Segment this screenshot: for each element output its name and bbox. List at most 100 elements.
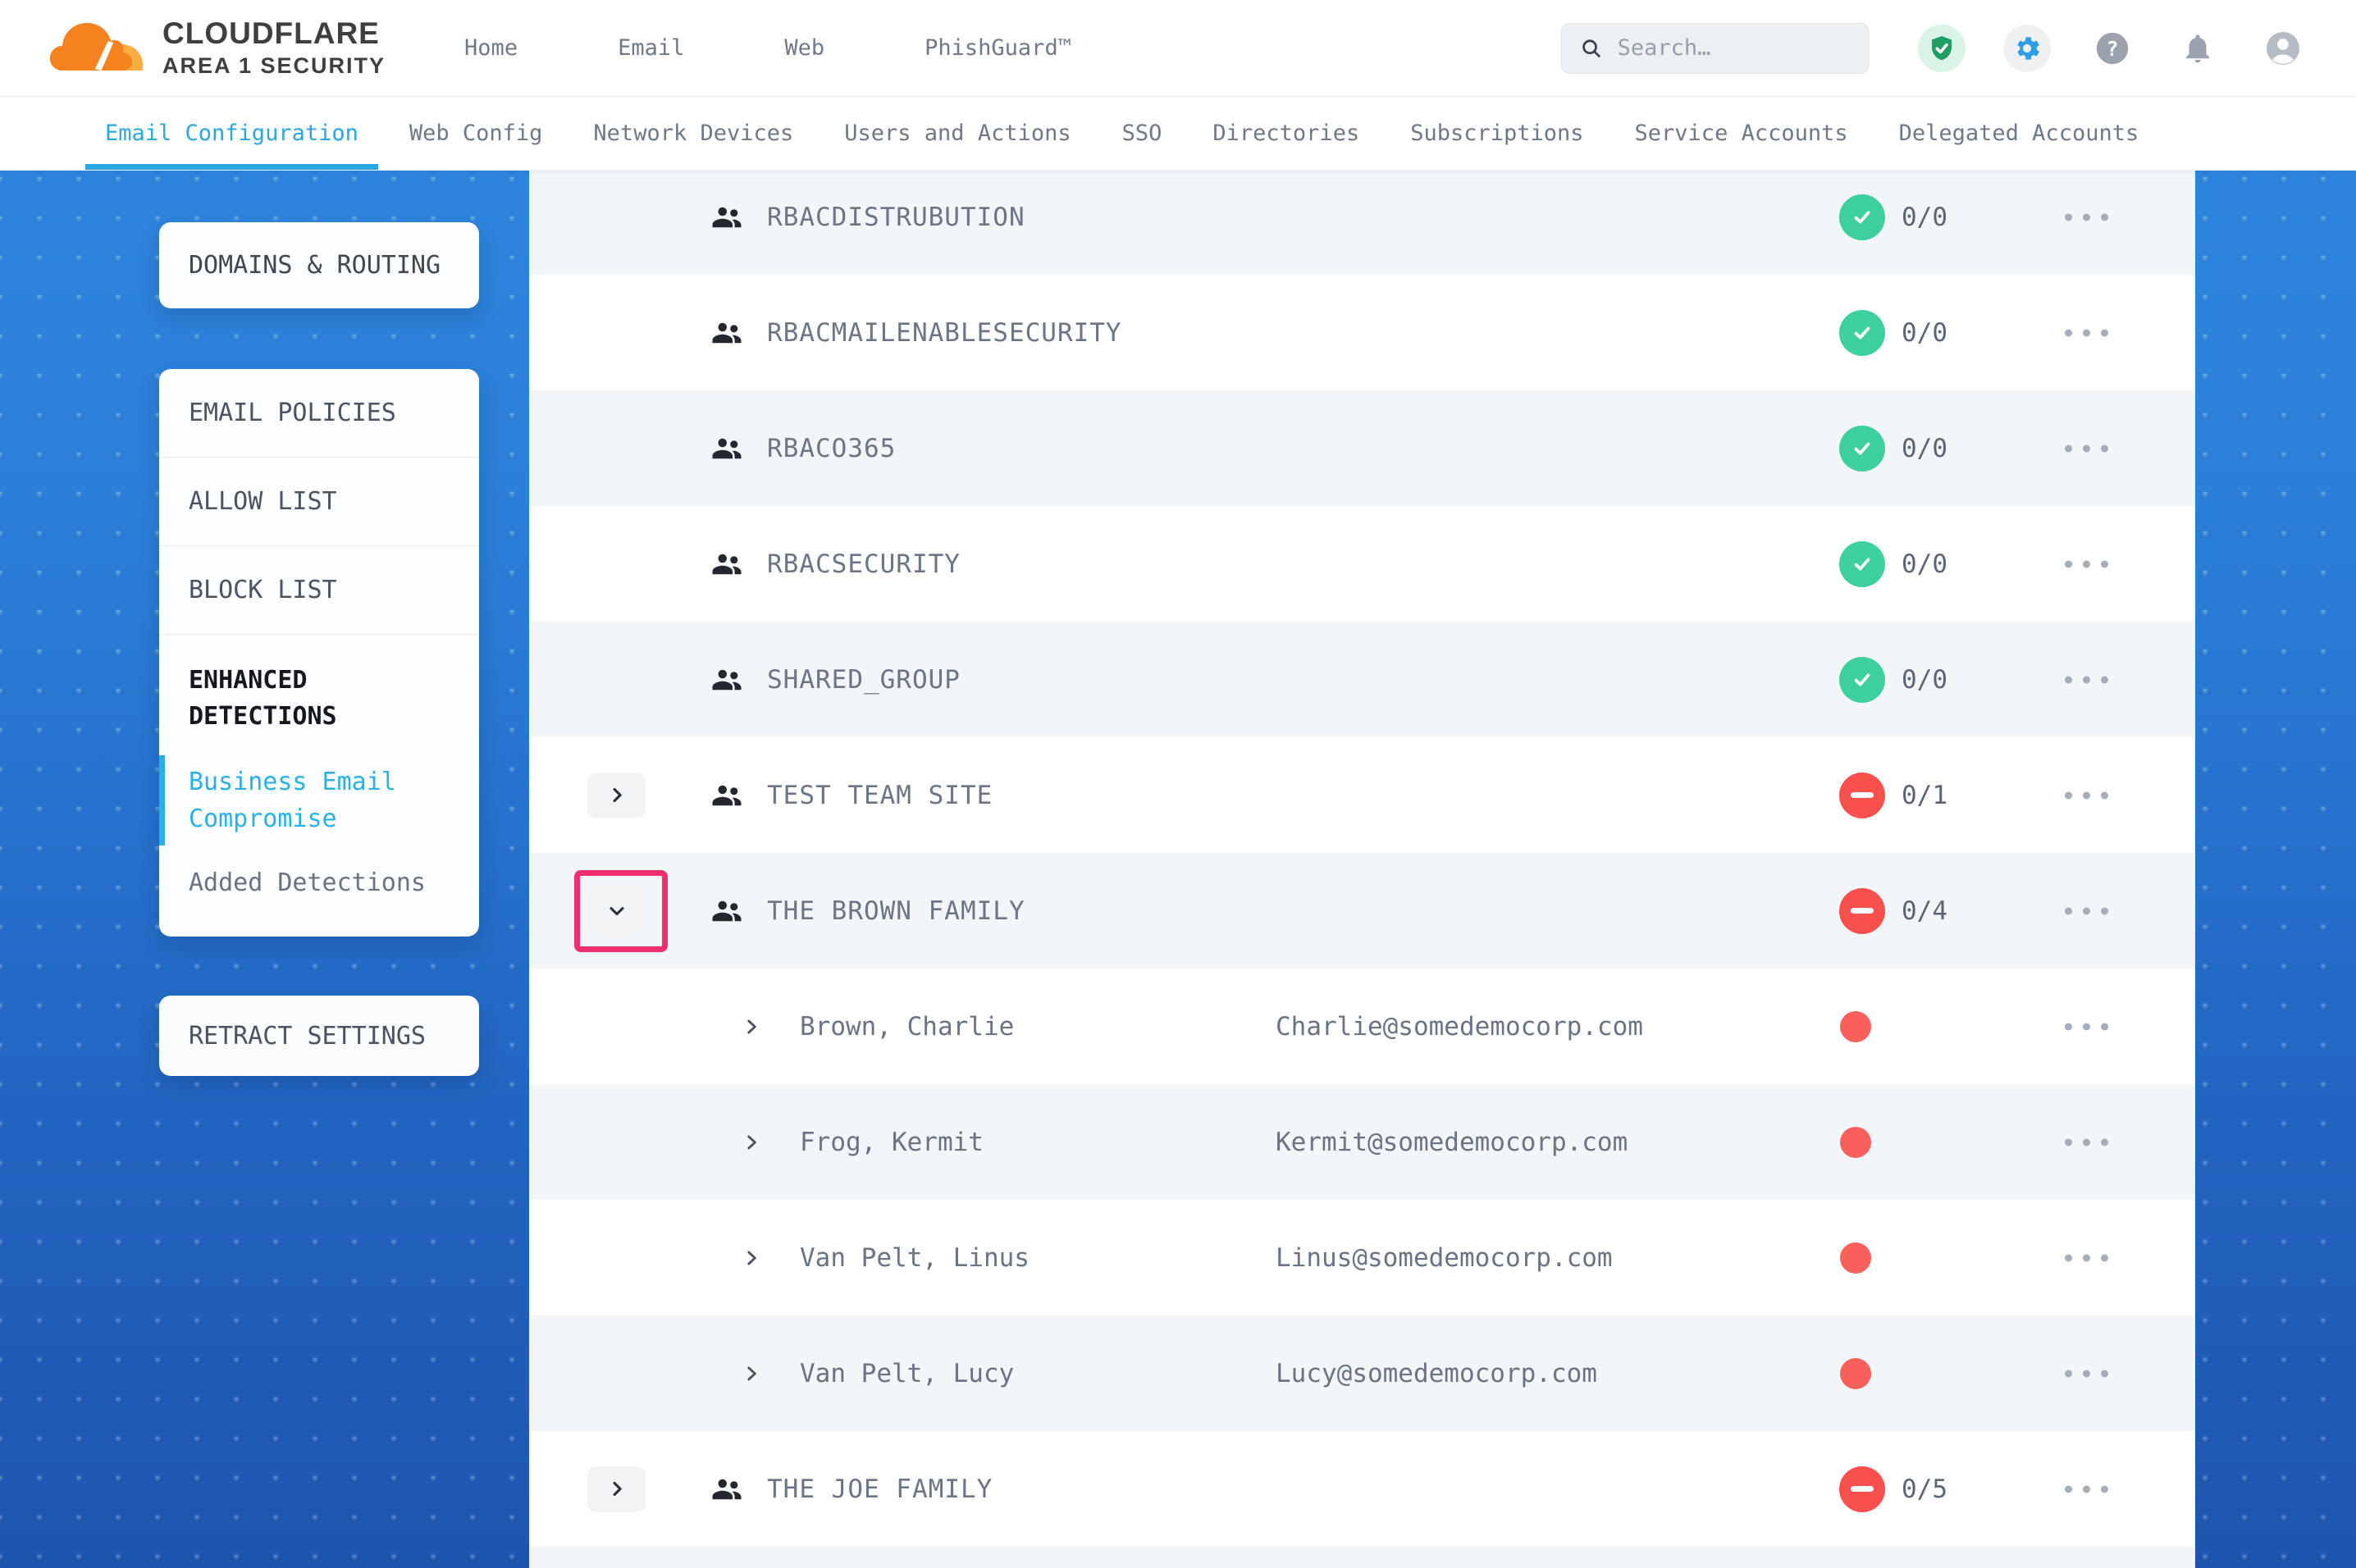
group-icon	[710, 894, 744, 928]
sidebar-item-label: Added Detections	[189, 868, 426, 897]
cloudflare-cloud-icon	[49, 21, 146, 75]
status-alert-dot	[1840, 1011, 1871, 1042]
table-row-group: RBACMAILENABLESECURITY 0/0	[529, 275, 2195, 390]
member-name: Frog, Kermit	[800, 1128, 984, 1157]
row-menu-button[interactable]	[2057, 1014, 2116, 1038]
svg-text:?: ?	[2107, 36, 2119, 60]
group-name: RBACO365	[767, 434, 896, 463]
tab-web-config[interactable]: Web Config	[409, 97, 543, 170]
tab-delegated-accounts[interactable]: Delegated Accounts	[1899, 97, 2139, 170]
top-iconbar: ?	[1918, 25, 2307, 72]
status-ok-icon	[1839, 657, 1885, 703]
member-name: Brown, Charlie	[800, 1012, 1014, 1042]
group-name: RBACDISTRUBUTION	[767, 203, 1025, 232]
primary-nav: Home Email Web PhishGuard™	[464, 35, 1071, 61]
table-row-member: Frog, Kermit Kermit@somedemocorp.com	[529, 1084, 2195, 1200]
avatar-icon[interactable]	[2259, 25, 2307, 72]
sidebar-item-allow-list[interactable]: ALLOW LIST	[159, 458, 479, 546]
status-ok-icon	[1839, 310, 1885, 356]
row-menu-button[interactable]	[2057, 321, 2116, 344]
tab-users-and-actions[interactable]: Users and Actions	[844, 97, 1071, 170]
member-email: Lucy@somedemocorp.com	[1276, 1359, 1597, 1388]
sidebar-item-business-email-compromise[interactable]: Business Email Compromise	[189, 763, 450, 837]
row-menu-button[interactable]	[2057, 1246, 2116, 1269]
group-name: SHARED_GROUP	[767, 665, 961, 695]
row-menu-button[interactable]	[2057, 1130, 2116, 1154]
collapse-group-button[interactable]	[587, 888, 646, 933]
member-count: 0/0	[1902, 203, 1947, 232]
row-menu-button[interactable]	[2057, 1477, 2116, 1501]
member-count: 0/0	[1902, 665, 1947, 695]
search-box[interactable]	[1561, 23, 1869, 74]
active-indicator-bar	[159, 755, 165, 846]
sidebar-item-added-detections[interactable]: Added Detections	[189, 868, 450, 897]
member-count: 0/1	[1902, 781, 1947, 810]
sidebar-policy-list: EMAIL POLICIESALLOW LISTBLOCK LIST	[159, 369, 479, 635]
nav-item-email[interactable]: Email	[618, 35, 684, 61]
group-icon	[710, 1472, 744, 1506]
enhanced-detections-title: ENHANCED DETECTIONS	[189, 663, 450, 734]
logo-sub: AREA 1 SECURITY	[162, 54, 386, 79]
table-row-filler	[529, 1547, 2195, 1568]
shield-check-icon[interactable]	[1918, 25, 1966, 72]
status-blocked-icon	[1839, 888, 1885, 934]
member-email: Charlie@somedemocorp.com	[1276, 1012, 1643, 1042]
member-name: Van Pelt, Linus	[800, 1243, 1030, 1273]
tab-sso[interactable]: SSO	[1122, 97, 1162, 170]
sidebar-item-retract-settings[interactable]: RETRACT SETTINGS	[159, 996, 479, 1076]
expand-group-button[interactable]	[587, 773, 646, 818]
help-icon[interactable]: ?	[2089, 25, 2136, 72]
sidebar-item-block-list[interactable]: BLOCK LIST	[159, 546, 479, 635]
sidebar-item-label: DOMAINS & ROUTING	[189, 251, 441, 280]
logo-text: CLOUDFLARE AREA 1 SECURITY	[162, 17, 386, 78]
nav-item-phishguard-[interactable]: PhishGuard™	[925, 35, 1071, 61]
member-count: 0/4	[1902, 896, 1947, 926]
row-menu-button[interactable]	[2057, 1361, 2116, 1385]
table-row-member: Van Pelt, Lucy Lucy@somedemocorp.com	[529, 1315, 2195, 1431]
tab-email-configuration[interactable]: Email Configuration	[105, 97, 358, 170]
group-icon	[710, 547, 744, 581]
tab-directories[interactable]: Directories	[1212, 97, 1359, 170]
sidebar-item-label: Business Email Compromise	[189, 768, 396, 833]
chevron-right-icon[interactable]	[741, 1363, 762, 1384]
row-menu-button[interactable]	[2057, 436, 2116, 460]
cloudflare-logo[interactable]: CLOUDFLARE AREA 1 SECURITY	[49, 17, 386, 78]
group-name: THE BROWN FAMILY	[767, 896, 1025, 926]
sidebar-policies-card: EMAIL POLICIESALLOW LISTBLOCK LIST ENHAN…	[159, 369, 479, 937]
chevron-right-icon[interactable]	[741, 1247, 762, 1269]
gear-icon[interactable]	[2003, 25, 2051, 72]
table-row-member: Brown, Charlie Charlie@somedemocorp.com	[529, 969, 2195, 1084]
group-name: RBACMAILENABLESECURITY	[767, 318, 1122, 348]
tab-service-accounts[interactable]: Service Accounts	[1635, 97, 1848, 170]
row-menu-button[interactable]	[2057, 552, 2116, 576]
sidebar-enhanced-detections: ENHANCED DETECTIONS Business Email Compr…	[159, 635, 479, 937]
chevron-right-icon[interactable]	[741, 1132, 762, 1153]
row-menu-button[interactable]	[2057, 668, 2116, 691]
table-row-group: RBACDISTRUBUTION 0/0	[529, 171, 2195, 275]
group-table: RBACDISTRUBUTION0/0RBACMAILENABLESECURIT…	[529, 171, 2195, 1568]
sidebar-item-domains-routing[interactable]: DOMAINS & ROUTING	[159, 222, 479, 308]
member-count: 0/0	[1902, 318, 1947, 348]
nav-item-web[interactable]: Web	[784, 35, 824, 61]
chevron-right-icon[interactable]	[741, 1016, 762, 1037]
expand-group-button[interactable]	[587, 1466, 646, 1511]
row-menu-button[interactable]	[2057, 783, 2116, 807]
status-alert-dot	[1840, 1358, 1871, 1389]
search-icon	[1580, 35, 1603, 62]
row-menu-button[interactable]	[2057, 205, 2116, 229]
logo-brand: CLOUDFLARE	[162, 17, 386, 51]
tab-network-devices[interactable]: Network Devices	[593, 97, 793, 170]
member-count: 0/0	[1902, 434, 1947, 463]
status-alert-dot	[1840, 1127, 1871, 1158]
tab-subscriptions[interactable]: Subscriptions	[1410, 97, 1583, 170]
member-name: Van Pelt, Lucy	[800, 1359, 1014, 1388]
group-icon	[710, 316, 744, 350]
row-menu-button[interactable]	[2057, 899, 2116, 923]
status-blocked-icon	[1839, 773, 1885, 818]
group-icon	[710, 663, 744, 697]
bell-icon[interactable]	[2174, 25, 2221, 72]
nav-item-home[interactable]: Home	[464, 35, 518, 61]
sidebar-item-email-policies[interactable]: EMAIL POLICIES	[159, 369, 479, 458]
member-email: Kermit@somedemocorp.com	[1276, 1128, 1628, 1157]
search-input[interactable]	[1618, 35, 1850, 61]
